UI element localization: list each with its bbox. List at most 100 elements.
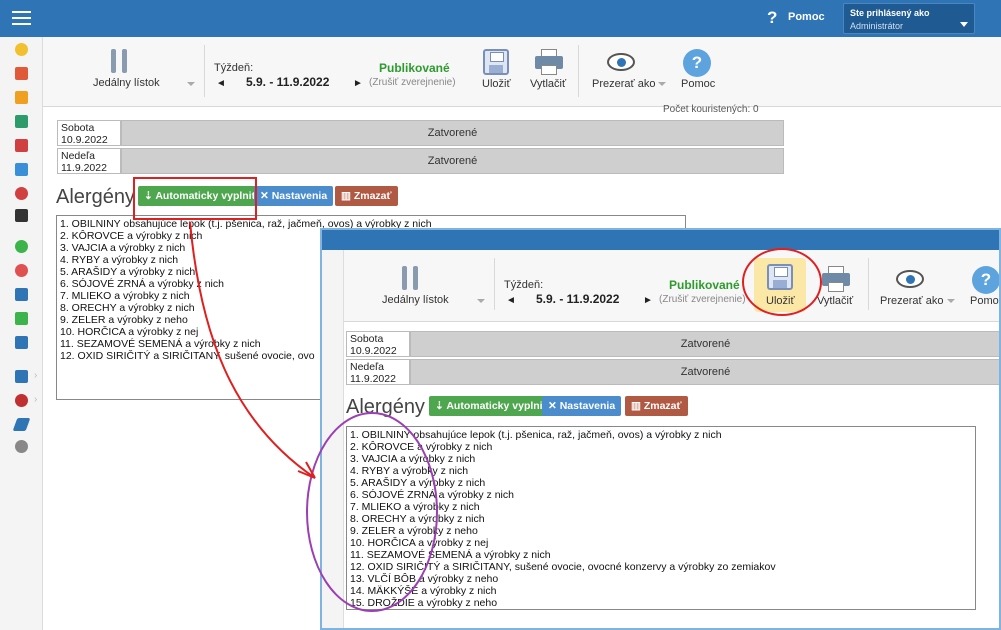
week-range: 5.9. - 11.9.2022 [246,75,330,89]
allergen-line: 3. VAJCIA a výrobky z nich [350,453,476,465]
check-icon[interactable] [15,240,28,253]
bar-chart-icon[interactable] [15,336,28,349]
day-status: Zatvorené [410,331,999,357]
day-row-sunday: Nedeľa 11.9.2022 Zatvorené [346,359,999,385]
save-label: Uložiť [482,78,511,90]
star-icon[interactable] [15,43,28,56]
prev-week-button[interactable]: ◄ [506,295,516,306]
zoom-top-bar [322,230,999,250]
toolbar-divider [494,258,495,310]
settings-button[interactable]: ✕ Nastavenia [254,186,334,206]
eye-icon [896,270,924,288]
gear-icon[interactable] [15,440,28,453]
zoom-toolbar: Jedálny lístok Týždeň: ◄ 5.9. - 11.9.202… [344,250,999,322]
save-label: Uložiť [766,295,795,307]
allergen-line: 13. VLČÍ BÔB a výrobky z neho [350,573,499,585]
percent-icon[interactable] [15,264,28,277]
week-range: 5.9. - 11.9.2022 [536,292,620,306]
allergen-line: 8. ORECHY a výrobky z nich [350,513,485,525]
prev-week-button[interactable]: ◄ [216,78,226,89]
pen-icon[interactable] [12,418,31,431]
toolbar-divider [578,45,579,97]
toolbar-divider [204,45,205,97]
allergen-line: 5. ARAŠIDY a výrobky z nich [350,477,486,489]
help-icon[interactable]: ? [767,8,777,28]
allergen-line: 11. SEZAMOVÉ SEMENÁ a výrobky z nich [350,549,551,561]
toolbar-divider [868,258,869,310]
eye-icon [607,53,635,71]
chevron-down-icon [187,82,195,86]
allergen-line: 9. ZELER a výrobky z neho [350,525,478,537]
allergen-line: 12. OXID SIRIČITÝ a SIRIČITANY, sušené o… [350,561,776,573]
save-icon [483,49,509,75]
chevron-down-icon [477,299,485,303]
allergen-line: 1. OBILNINY obsahujúce lepok (t.j. pšeni… [350,429,722,441]
allergen-line: 14. MÄKKÝŠE a výrobky z nich [350,585,497,597]
calendar-icon[interactable] [15,139,28,152]
day-row-sunday: Nedeľa 11.9.2022 Zatvorené [57,148,784,174]
print-label: Vytlačiť [817,295,854,307]
chevron-down-icon [947,299,955,303]
user-dropdown[interactable]: Ste prihlásený ako Administrátor [843,3,975,34]
magic-wand-icon[interactable] [15,67,28,80]
chevron-down-icon [960,22,968,27]
home-icon[interactable] [15,115,28,128]
chat-icon[interactable] [15,394,28,407]
screenshot-root: ? Pomoc Ste prihlásený ako Administrátor… [0,0,1001,630]
zoom-side-rail [322,250,344,628]
next-week-button[interactable]: ► [353,78,363,89]
unpublish-link[interactable]: (Zrušiť zverejnenie) [659,294,746,305]
day-label: Sobota 10.9.2022 [57,120,121,146]
shield-icon[interactable] [15,312,28,325]
help-circle-icon: ? [972,266,999,294]
zoomed-detail-panel: Jedálny lístok Týždeň: ◄ 5.9. - 11.9.202… [320,228,1001,630]
document-icon[interactable] [15,163,28,176]
preview-label: Prezerať ako [592,78,656,90]
help-circle-icon: ? [683,49,711,77]
day-label: Nedeľa 11.9.2022 [346,359,410,385]
allergens-textarea[interactable]: 1. OBILNINY obsahujúce lepok (t.j. pšeni… [346,426,976,610]
hamburger-menu-icon[interactable] [12,11,31,26]
settings-button[interactable]: ✕ Nastavenia [542,396,622,416]
cutlery-icon-knife [122,49,127,73]
next-week-button[interactable]: ► [643,295,653,306]
week-label: Týždeň: [504,279,544,291]
envelope-icon[interactable] [15,91,28,104]
allergen-line: 2. KÔROVCE a výrobky z nich [350,441,493,453]
user-icon[interactable] [15,187,28,200]
day-status: Zatvorené [410,359,999,385]
help-link[interactable]: Pomoc [788,11,825,23]
main-toolbar: Jedálny lístok Týždeň: ◄ 5.9. - 11.9.202… [43,37,1001,107]
menu-type-label: Jedálny lístok [93,77,160,89]
printer-icon [822,266,850,292]
day-row-saturday: Sobota 10.9.2022 Zatvorené [57,120,784,146]
chevron-down-icon [658,82,666,86]
day-status: Zatvorené [121,148,784,174]
user-caption: Ste prihlásený ako [850,8,930,18]
day-row-saturday: Sobota 10.9.2022 Zatvorené [346,331,999,357]
briefcase-icon[interactable] [15,288,28,301]
allergen-line: 15. DROŽDIE a výrobky z neho [350,597,498,609]
autofill-button[interactable]: ⇣ Automaticky vyplniť [429,396,554,416]
autofill-button[interactable]: ⇣ Automaticky vyplniť [138,186,263,206]
publish-status: Publikované [669,278,740,292]
delete-button[interactable]: ▥ Zmazať [625,396,688,416]
week-label: Týždeň: [214,62,254,74]
cutlery-icon-knife [413,266,418,290]
top-bar: ? Pomoc Ste prihlásený ako Administrátor [0,0,1001,37]
book-icon[interactable] [15,370,28,383]
chevron-right-icon: › [34,370,38,381]
day-label: Sobota 10.9.2022 [346,331,410,357]
allergen-line: 6. SÓJOVÉ ZRNÁ a výrobky z nich [350,489,514,501]
allergens-title: Alergény [346,396,425,418]
cutlery-icon [111,49,116,73]
unpublish-link[interactable]: (Zrušiť zverejnenie) [369,77,456,88]
day-label: Nedeľa 11.9.2022 [57,148,121,174]
allergen-lines: 1. OBILNINY obsahujúce lepok (t.j. pšeni… [350,429,972,609]
allergens-title: Alergény [56,186,135,208]
menu-type-label: Jedálny lístok [382,294,449,306]
delete-button[interactable]: ▥ Zmazať [335,186,398,206]
preview-label: Prezerať ako [880,295,944,307]
clipboard-icon[interactable] [15,209,28,222]
publish-status: Publikované [379,61,450,75]
